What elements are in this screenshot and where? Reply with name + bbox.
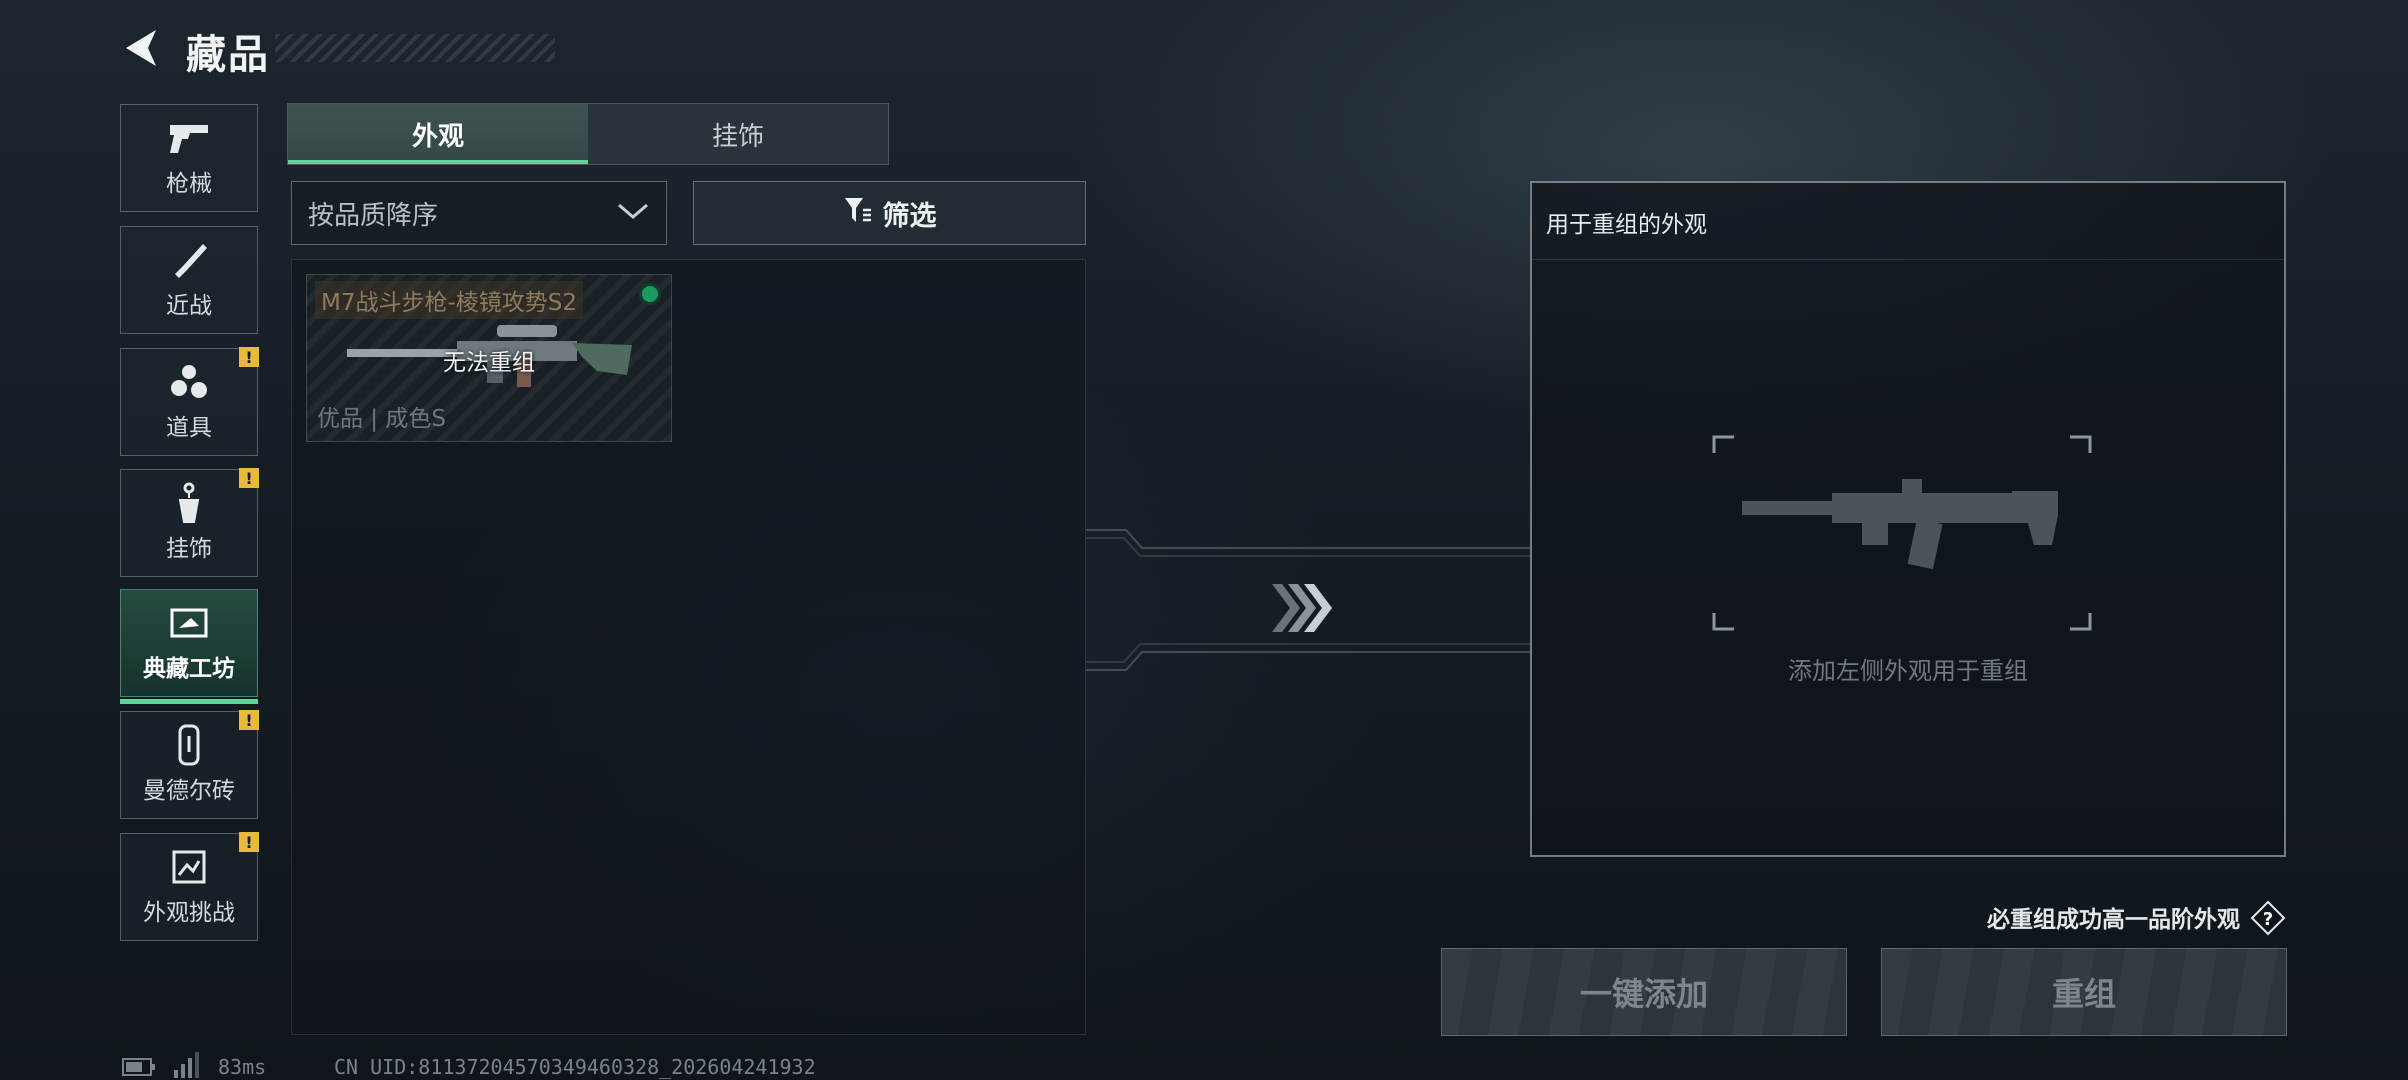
recombine-button[interactable]: 重组 bbox=[1881, 948, 2287, 1036]
back-button[interactable] bbox=[118, 24, 166, 72]
signal-icon bbox=[174, 1052, 199, 1078]
chevrons-right-icon bbox=[1272, 584, 1332, 632]
sidebar-item-label: 挂饰 bbox=[166, 536, 212, 562]
challenge-icon bbox=[166, 847, 212, 887]
filter-button[interactable]: 筛选 bbox=[693, 181, 1086, 245]
chevron-down-icon bbox=[616, 198, 650, 228]
back-arrow-icon bbox=[126, 30, 156, 66]
recombine-label: 重组 bbox=[2051, 975, 2116, 1013]
battery-icon bbox=[122, 1058, 155, 1076]
item-name: M7战斗步枪-棱镜攻势S2 bbox=[315, 281, 584, 319]
help-icon: ? bbox=[2250, 900, 2286, 936]
list-item[interactable]: M7战斗步枪-棱镜攻势S2 无法重组 优品 | 成色S bbox=[306, 274, 672, 442]
quality-indicator bbox=[639, 283, 661, 305]
user-uid: CN UID:81137204570349460328_202604241932 bbox=[334, 1055, 816, 1079]
category-tabs: 外观 挂饰 bbox=[287, 103, 889, 165]
alert-badge: ! bbox=[239, 832, 259, 852]
charm-icon bbox=[166, 482, 212, 523]
sidebar-item-charms[interactable]: ! 挂饰 bbox=[120, 468, 259, 577]
item-status: 无法重组 bbox=[443, 350, 535, 376]
recombine-title: 用于重组的外观 bbox=[1546, 212, 1707, 238]
sidebar-item-challenge[interactable]: ! 外观挑战 bbox=[120, 832, 259, 941]
recombine-panel: 用于重组的外观 添加左侧外观用于重组 bbox=[1530, 181, 2286, 857]
tab-appearance[interactable]: 外观 bbox=[288, 104, 588, 164]
sidebar-item-mandel-brick[interactable]: ! 曼德尔砖 bbox=[120, 710, 259, 819]
empty-slot[interactable] bbox=[1712, 435, 2092, 631]
sidebar-item-label: 曼德尔砖 bbox=[143, 778, 235, 804]
guarantee-text: 必重组成功高一品阶外观 bbox=[1987, 907, 2240, 933]
pistol-icon bbox=[166, 118, 212, 158]
sort-value: 按品质降序 bbox=[308, 200, 439, 231]
sidebar-item-guns[interactable]: 枪械 bbox=[120, 104, 258, 212]
sidebar-item-label: 外观挑战 bbox=[143, 900, 235, 926]
svg-text:?: ? bbox=[2263, 909, 2273, 930]
sidebar-item-label: 枪械 bbox=[166, 171, 212, 197]
sidebar-item-melee[interactable]: 近战 bbox=[120, 226, 258, 334]
sidebar-item-label: 典藏工坊 bbox=[143, 656, 235, 682]
title-decoration bbox=[275, 34, 555, 62]
grenades-icon bbox=[166, 362, 212, 402]
sidebar-item-label: 道具 bbox=[166, 415, 212, 441]
ping-readout: 83ms bbox=[218, 1055, 267, 1079]
alert-badge: ! bbox=[239, 710, 259, 730]
workshop-icon bbox=[166, 603, 212, 643]
alert-badge: ! bbox=[239, 347, 259, 367]
alert-badge: ! bbox=[239, 468, 259, 488]
sidebar-item-label: 近战 bbox=[166, 293, 212, 319]
tab-charms[interactable]: 挂饰 bbox=[588, 104, 888, 164]
brick-icon bbox=[166, 724, 212, 766]
slot-hint: 添加左侧外观用于重组 bbox=[1788, 657, 2028, 685]
sidebar-item-workshop[interactable]: 典藏工坊 bbox=[120, 589, 258, 704]
knife-icon bbox=[166, 240, 212, 280]
sort-dropdown[interactable]: 按品质降序 bbox=[291, 181, 667, 245]
add-all-label: 一键添加 bbox=[1579, 975, 1708, 1013]
divider bbox=[1532, 259, 2284, 260]
item-quality: 优品 | 成色S bbox=[317, 406, 446, 432]
add-all-button[interactable]: 一键添加 bbox=[1441, 948, 1847, 1036]
filter-label: 筛选 bbox=[882, 200, 937, 232]
help-button[interactable]: ? bbox=[2250, 900, 2286, 936]
filter-icon bbox=[843, 196, 873, 231]
page-title: 藏品 bbox=[186, 32, 270, 78]
sidebar-item-items[interactable]: ! 道具 bbox=[120, 347, 259, 456]
